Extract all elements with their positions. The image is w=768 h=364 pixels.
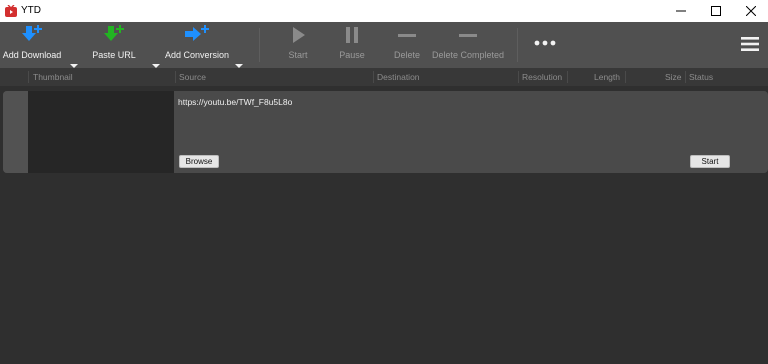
column-thumbnail[interactable]: Thumbnail [33,72,73,82]
hamburger-icon [741,37,759,51]
more-dots-icon [534,40,556,46]
column-divider [567,71,568,83]
delete-button[interactable]: Delete [389,22,425,68]
add-conversion-button[interactable]: Add Conversion [164,22,230,68]
column-resolution[interactable]: Resolution [522,72,562,82]
paste-url-label: Paste URL [92,50,136,60]
start-label: Start [288,50,308,60]
maximize-icon [711,6,721,16]
item-start-button[interactable]: Start [690,155,730,168]
add-download-label: Add Download [2,50,62,60]
convert-plus-icon [185,25,209,41]
ytd-logo-icon [5,4,17,17]
toolbar-separator [259,28,260,62]
maximize-button[interactable] [700,0,732,22]
minus-icon [459,34,477,37]
paste-plus-icon [104,25,124,41]
column-divider [518,71,519,83]
browse-button[interactable]: Browse [179,155,219,168]
title-bar: YTD [0,0,768,22]
pause-label: Pause [339,50,365,60]
window-title: YTD [21,5,41,16]
row-selector[interactable] [3,91,28,173]
minimize-icon [676,10,686,12]
more-button[interactable] [533,38,557,48]
thumbnail-placeholder [28,91,174,173]
column-length[interactable]: Length [594,72,620,82]
start-button[interactable]: Start [280,22,316,68]
column-header: Thumbnail Source Destination Resolution … [0,68,768,86]
toolbar-separator [517,28,518,62]
column-divider [175,71,176,83]
source-url[interactable]: https://youtu.be/TWf_F8u5L8o [178,97,292,107]
add-download-button[interactable]: Add Download [2,22,62,68]
column-divider [685,71,686,83]
column-divider [625,71,626,83]
column-size[interactable]: Size [665,72,682,82]
column-source[interactable]: Source [179,72,206,82]
delete-completed-label: Delete Completed [431,50,505,60]
toolbar: Add Download Paste URL Add Conversion St… [0,22,768,68]
paste-url-button[interactable]: Paste URL [90,22,138,68]
menu-button[interactable] [741,36,759,52]
minimize-button[interactable] [665,0,697,22]
add-conversion-label: Add Conversion [164,50,230,60]
minus-icon [398,34,416,37]
delete-label: Delete [393,50,420,60]
close-icon [746,6,756,16]
download-plus-icon [22,25,42,41]
pause-button[interactable]: Pause [334,22,370,68]
download-item-row[interactable]: https://youtu.be/TWf_F8u5L8o Browse Star… [3,91,768,173]
column-divider [28,71,29,83]
pause-icon [346,27,358,43]
column-divider [373,71,374,83]
close-button[interactable] [735,0,767,22]
play-icon [293,27,305,43]
column-status[interactable]: Status [689,72,713,82]
column-destination[interactable]: Destination [377,72,420,82]
delete-completed-button[interactable]: Delete Completed [431,22,505,68]
